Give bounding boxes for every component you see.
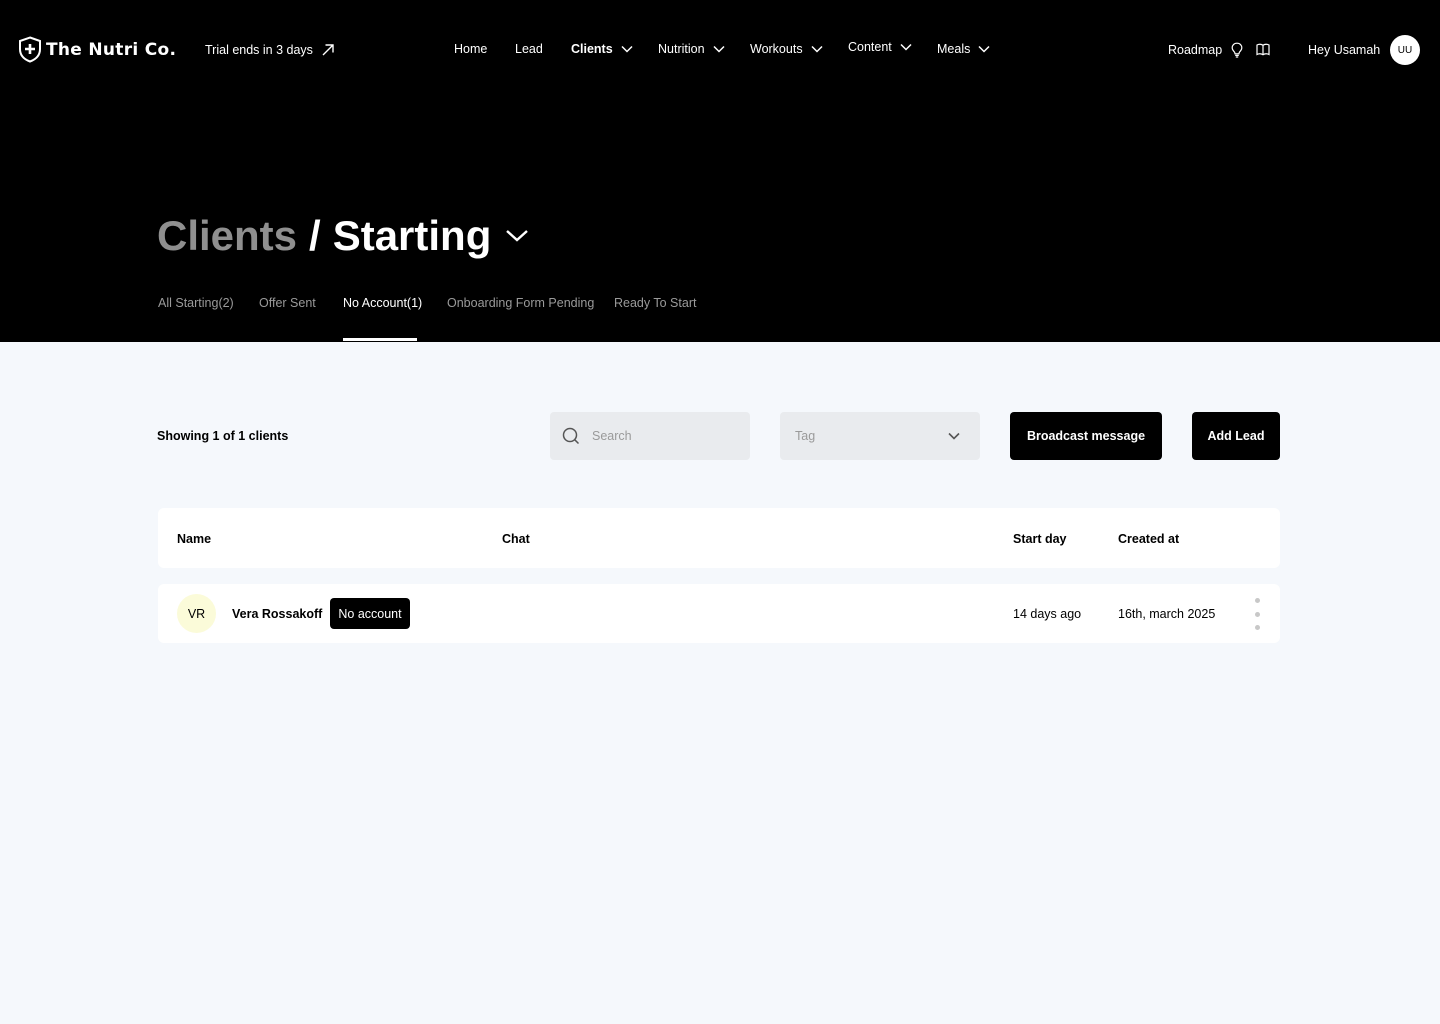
- trial-banner-link[interactable]: Trial ends in 3 days: [205, 43, 335, 57]
- broadcast-message-button[interactable]: Broadcast message: [1010, 412, 1162, 460]
- client-start-day: 14 days ago: [1013, 607, 1082, 621]
- chevron-down-icon: [621, 45, 633, 53]
- client-avatar: VR: [177, 594, 216, 633]
- chevron-down-icon: [811, 45, 823, 53]
- search-input[interactable]: [592, 429, 722, 443]
- column-header-chat: Chat: [502, 532, 530, 546]
- chevron-down-icon: [948, 432, 960, 440]
- top-navigation-bar: The Nutri Co. Trial ends in 3 days Home …: [0, 0, 1440, 100]
- search-icon: [562, 427, 580, 445]
- nav-item-lead[interactable]: Lead: [515, 42, 543, 56]
- table-row[interactable]: VR Vera Rossakoff No account 14 days ago…: [158, 584, 1280, 643]
- tab-no-account[interactable]: No Account(1): [343, 296, 422, 310]
- nav-item-label: Meals: [937, 42, 971, 56]
- breadcrumb-parent[interactable]: Clients: [157, 212, 297, 260]
- chevron-down-icon: [713, 45, 725, 53]
- trial-label: Trial ends in 3 days: [205, 43, 313, 57]
- client-created-at: 16th, march 2025: [1118, 607, 1216, 621]
- tab-ready-to-start[interactable]: Ready To Start: [614, 296, 696, 310]
- dot: [1254, 625, 1260, 630]
- shield-plus-icon: [19, 36, 41, 63]
- chevron-down-icon: [900, 43, 912, 51]
- roadmap-link[interactable]: Roadmap: [1168, 43, 1222, 57]
- more-options-icon[interactable]: [1246, 598, 1268, 630]
- nav-item-label: Content: [848, 40, 892, 54]
- results-count: Showing 1 of 1 clients: [157, 429, 289, 443]
- tag-dropdown-placeholder: Tag: [795, 429, 816, 443]
- search-box[interactable]: [550, 412, 750, 460]
- column-header-start-day: Start day: [1013, 532, 1067, 546]
- brand-name: The Nutri Co.: [46, 39, 177, 60]
- breadcrumb-current: Starting: [332, 212, 492, 259]
- nav-item-content[interactable]: Content: [848, 40, 912, 54]
- table-header: Name Chat Start day Created at: [158, 508, 1280, 568]
- lightbulb-icon[interactable]: [1231, 42, 1243, 63]
- chevron-down-icon[interactable]: [505, 229, 529, 243]
- nav-item-meals[interactable]: Meals: [937, 42, 990, 56]
- tab-onboarding-form-pending[interactable]: Onboarding Form Pending: [447, 296, 594, 310]
- book-icon[interactable]: [1256, 43, 1270, 61]
- chevron-down-icon: [978, 45, 990, 53]
- page-title: Clients / Starting: [157, 212, 529, 260]
- brand-logo[interactable]: The Nutri Co.: [18, 36, 176, 63]
- dot: [1254, 611, 1260, 617]
- tab-offer-sent[interactable]: Offer Sent: [259, 296, 316, 310]
- nav-item-label: Clients: [571, 42, 613, 56]
- column-header-name: Name: [177, 532, 212, 546]
- active-tab-indicator: [343, 338, 417, 341]
- add-lead-button[interactable]: Add Lead: [1192, 412, 1280, 460]
- tag-dropdown[interactable]: Tag: [780, 412, 980, 460]
- nav-item-home[interactable]: Home: [454, 42, 487, 56]
- tab-all-starting[interactable]: All Starting(2): [158, 296, 234, 310]
- nav-item-label: Lead: [515, 42, 543, 56]
- nav-item-nutrition[interactable]: Nutrition: [658, 42, 725, 56]
- nav-item-label: Nutrition: [658, 42, 705, 56]
- breadcrumb-separator: /: [309, 212, 321, 259]
- nav-item-label: Home: [454, 42, 488, 56]
- dot: [1254, 598, 1260, 603]
- arrow-up-right-icon: [322, 44, 334, 56]
- nav-item-label: Workouts: [750, 42, 803, 56]
- nav-item-workouts[interactable]: Workouts: [750, 42, 823, 56]
- client-name[interactable]: Vera Rossakoff: [232, 607, 322, 621]
- column-header-created-at: Created at: [1118, 532, 1180, 546]
- user-avatar[interactable]: UU: [1390, 35, 1420, 65]
- user-greeting: Hey Usamah: [1308, 43, 1381, 57]
- status-badge: No account: [330, 598, 410, 629]
- nav-item-clients[interactable]: Clients: [571, 42, 633, 56]
- header-hero: The Nutri Co. Trial ends in 3 days Home …: [0, 0, 1440, 342]
